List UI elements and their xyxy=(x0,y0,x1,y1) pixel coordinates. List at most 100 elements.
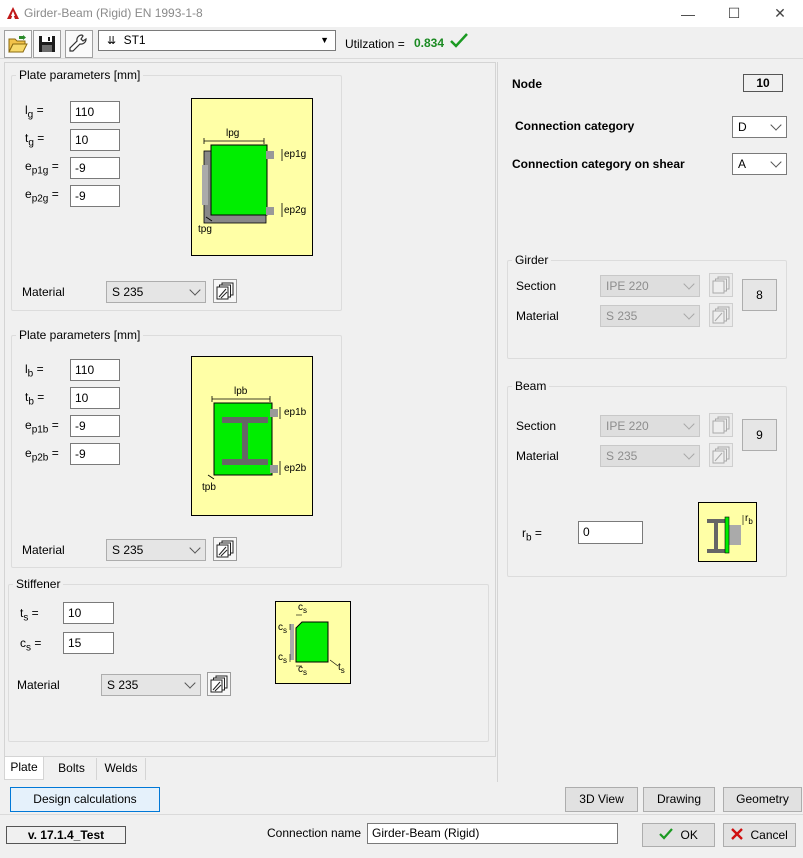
girder-section-library-button[interactable] xyxy=(709,273,733,297)
drawing-button[interactable]: Drawing xyxy=(643,787,715,812)
girder-title: Girder xyxy=(512,253,552,267)
connection-name-input[interactable]: Girder-Beam (Rigid) xyxy=(367,823,618,844)
chevron-down-icon xyxy=(770,156,782,168)
cs-left-diagram-label: cs xyxy=(278,622,287,635)
tg-input[interactable]: 10 xyxy=(70,129,120,151)
lpb-diagram-label: lpb xyxy=(234,386,248,397)
lpg-diagram-label: lpg xyxy=(226,128,240,139)
footer-divider xyxy=(0,814,803,815)
cancel-button[interactable]: Cancel xyxy=(723,823,796,847)
save-button[interactable] xyxy=(33,30,61,58)
plate-girder-material-library-button[interactable] xyxy=(213,279,237,303)
ep2b-label: ep2b = xyxy=(25,446,59,464)
connection-category-shear-label: Connection category on shear xyxy=(512,157,685,171)
open-folder-button[interactable] xyxy=(4,30,32,58)
node-label: Node xyxy=(512,77,542,91)
stiffener-title: Stiffener xyxy=(13,577,64,591)
cs-input[interactable]: 15 xyxy=(63,632,114,654)
plate-girder-diagram: lpg ep1g ep2g tpg xyxy=(191,98,313,256)
checkmark-icon xyxy=(450,33,468,48)
ep1b-label: ep1b = xyxy=(25,418,59,436)
plate-beam-material-library-button[interactable] xyxy=(213,537,237,561)
rb-input[interactable]: 0 xyxy=(578,521,643,544)
plate-beam-material-select[interactable]: S 235 xyxy=(106,539,206,561)
ep2b-input[interactable]: -9 xyxy=(70,443,120,465)
ep2g-label: ep2g = xyxy=(25,187,59,205)
lb-input[interactable]: 110 xyxy=(70,359,120,381)
node-value: 10 xyxy=(743,74,783,92)
tpg-diagram-label: tpg xyxy=(198,224,212,235)
ep1g-label: ep1g = xyxy=(25,159,59,177)
window-title: Girder-Beam (Rigid) EN 1993-1-8 xyxy=(24,6,203,20)
tab-bolts[interactable]: Bolts xyxy=(49,758,94,780)
connection-name-label: Connection name xyxy=(267,826,362,840)
geometry-button[interactable]: Geometry xyxy=(723,787,802,812)
beam-material-library-button[interactable] xyxy=(709,443,733,467)
chevron-down-icon xyxy=(189,542,201,554)
plate-girder-title: Plate parameters [mm] xyxy=(16,68,144,82)
connection-category-select[interactable]: D xyxy=(732,116,787,138)
chevron-down-icon xyxy=(683,278,695,290)
girder-material-label: Material xyxy=(516,309,559,323)
rb-label: rb = xyxy=(522,526,542,544)
chevron-down-icon xyxy=(683,448,695,460)
design-calculations-button[interactable]: Design calculations xyxy=(10,787,160,812)
scheme-prefix-icon: ⇊ xyxy=(107,35,117,47)
3d-view-button[interactable]: 3D View xyxy=(565,787,638,812)
utilization-label: Utilzation = xyxy=(345,37,405,51)
rb-diagram: rb xyxy=(698,502,757,562)
close-window-button[interactable]: ✕ xyxy=(757,0,803,27)
maximize-button[interactable]: ☐ xyxy=(711,0,757,27)
lg-input[interactable]: 110 xyxy=(70,101,120,123)
stiffener-diagram: cs cs cs cs ts xyxy=(275,601,351,684)
wrench-icon xyxy=(69,34,87,52)
dropdown-arrow-icon: ▼ xyxy=(320,35,329,45)
girder-section-select[interactable]: IPE 220 xyxy=(600,275,700,297)
ep1b-input[interactable]: -9 xyxy=(70,415,120,437)
beam-id: 9 xyxy=(742,419,777,451)
beam-title: Beam xyxy=(512,379,550,393)
ok-button[interactable]: OK xyxy=(642,823,715,847)
plate-girder-material-select[interactable]: S 235 xyxy=(106,281,206,303)
tpb-diagram-label: tpb xyxy=(202,482,216,493)
lg-label: lg = xyxy=(25,103,44,121)
beam-section-library-button[interactable] xyxy=(709,413,733,437)
tb-input[interactable]: 10 xyxy=(70,387,120,409)
version-label: v. 17.1.4_Test xyxy=(6,826,126,844)
connection-category-shear-select[interactable]: A xyxy=(732,153,787,175)
cs-label: cs = xyxy=(20,636,42,654)
beam-material-label: Material xyxy=(516,449,559,463)
girder-section-label: Section xyxy=(516,279,557,293)
cs-top-diagram-label: cs xyxy=(298,602,307,615)
tg-label: tg = xyxy=(25,131,45,149)
girder-id: 8 xyxy=(742,279,777,311)
girder-material-select[interactable]: S 235 xyxy=(600,305,700,327)
tab-plate[interactable]: Plate xyxy=(4,757,44,780)
beam-section-select[interactable]: IPE 220 xyxy=(600,415,700,437)
section-library-icon xyxy=(712,276,730,294)
ep2g-input[interactable]: -9 xyxy=(70,185,120,207)
ts-input[interactable]: 10 xyxy=(63,602,114,624)
ts-diagram-label: ts xyxy=(338,662,345,675)
material-library-icon xyxy=(712,446,730,464)
red-x-icon xyxy=(731,828,743,840)
chevron-down-icon xyxy=(189,284,201,296)
stiffener-material-library-button[interactable] xyxy=(207,672,231,696)
chevron-down-icon xyxy=(683,418,695,430)
cs-bottom-diagram-label: cs xyxy=(298,664,307,677)
ep1g-input[interactable]: -9 xyxy=(70,157,120,179)
minimize-button[interactable]: — xyxy=(665,0,711,27)
tab-welds[interactable]: Welds xyxy=(96,758,146,780)
chevron-down-icon xyxy=(683,308,695,320)
stiffener-material-select[interactable]: S 235 xyxy=(101,674,201,696)
girder-material-library-button[interactable] xyxy=(709,303,733,327)
cancel-label: Cancel xyxy=(750,828,788,842)
floppy-disk-icon xyxy=(39,36,55,52)
open-folder-icon xyxy=(8,35,28,53)
chevron-down-icon xyxy=(184,677,196,689)
beam-material-select[interactable]: S 235 xyxy=(600,445,700,467)
connection-category-label: Connection category xyxy=(515,119,635,133)
settings-button[interactable] xyxy=(65,30,93,58)
ep1g-diagram-label: ep1g xyxy=(284,149,307,160)
scheme-dropdown[interactable]: ⇊ ST1 ▼ xyxy=(98,30,336,51)
